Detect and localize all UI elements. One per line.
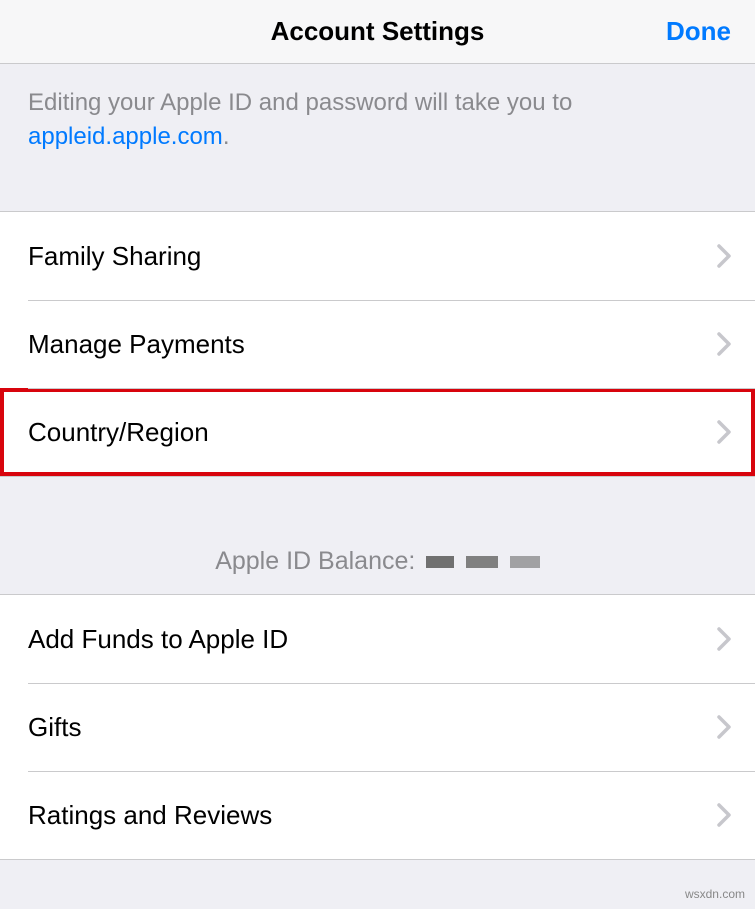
chevron-right-icon [717, 715, 731, 739]
done-button[interactable]: Done [666, 16, 731, 47]
chevron-right-icon [717, 627, 731, 651]
balance-section: Apple ID Balance: [0, 477, 755, 594]
settings-group-1: Family Sharing Manage Payments Country/R… [0, 211, 755, 477]
gifts-label: Gifts [28, 712, 717, 743]
page-title: Account Settings [271, 16, 485, 47]
family-sharing-row[interactable]: Family Sharing [0, 212, 755, 300]
info-banner: Editing your Apple ID and password will … [0, 64, 755, 171]
ratings-reviews-row[interactable]: Ratings and Reviews [0, 771, 755, 859]
settings-group-2: Add Funds to Apple ID Gifts Ratings and … [0, 594, 755, 860]
gifts-row[interactable]: Gifts [0, 683, 755, 771]
chevron-right-icon [717, 244, 731, 268]
header-bar: Account Settings Done [0, 0, 755, 64]
country-region-label: Country/Region [28, 417, 717, 448]
manage-payments-row[interactable]: Manage Payments [0, 300, 755, 388]
apple-id-balance-label: Apple ID Balance: [215, 547, 415, 576]
info-text-suffix: . [223, 123, 230, 150]
manage-payments-label: Manage Payments [28, 329, 717, 360]
apple-id-link[interactable]: appleid.apple.com [28, 123, 223, 150]
country-region-row[interactable]: Country/Region [0, 388, 755, 476]
watermark: wsxdn.com [685, 887, 745, 901]
ratings-reviews-label: Ratings and Reviews [28, 800, 717, 831]
family-sharing-label: Family Sharing [28, 241, 717, 272]
balance-value-redacted [426, 556, 540, 568]
chevron-right-icon [717, 803, 731, 827]
add-funds-label: Add Funds to Apple ID [28, 624, 717, 655]
chevron-right-icon [717, 420, 731, 444]
chevron-right-icon [717, 332, 731, 356]
info-text-prefix: Editing your Apple ID and password will … [28, 89, 572, 116]
add-funds-row[interactable]: Add Funds to Apple ID [0, 595, 755, 683]
